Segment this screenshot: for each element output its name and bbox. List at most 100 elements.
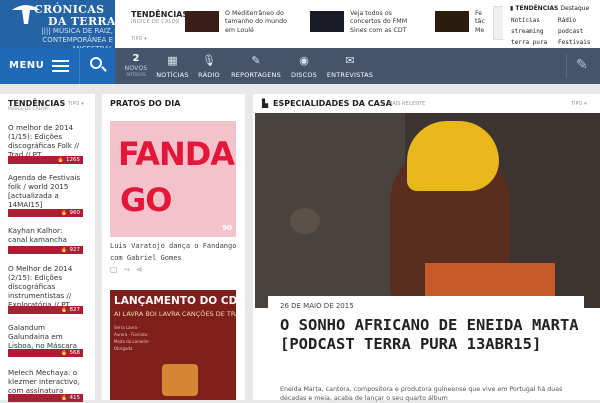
trending-sub: ÍNDICE DE CALOR: [8, 107, 48, 112]
cd-launch-card-image[interactable]: LANÇAMENTO DO CD AI LAVRA BOI LAVRA CANÇ…: [110, 290, 236, 400]
daily-dishes-title: PRATOS DO DIA: [110, 99, 181, 108]
interview-icon: ✉: [345, 54, 355, 67]
heat-value: 927: [69, 247, 81, 253]
trending-item[interactable]: Kayhan Kalhor: canal kamancha 🔥 927: [8, 226, 83, 254]
featured-thumb: [310, 11, 344, 32]
logo-tagline-1: |||| MÚSICA DE RAIZ,: [41, 27, 113, 35]
tag-link[interactable]: Rádio: [558, 17, 576, 24]
news-icon: ▦: [167, 54, 178, 67]
fandango-word: FANDAN: [118, 135, 236, 173]
fandango-word-2: DAN: [184, 135, 236, 173]
trending-item[interactable]: Melech Mechaya: o klezmer interactivo, c…: [8, 368, 83, 402]
trending-item[interactable]: O Melhor de 2014 (2/15): Edições discogr…: [8, 264, 83, 314]
heat-value: 827: [69, 307, 81, 313]
nav-item-entrevistas[interactable]: ✉ ENTREVISTAS: [323, 48, 377, 84]
new-articles-count: 2: [132, 53, 140, 64]
nav-item-label: REPORTAGENS: [231, 71, 281, 79]
tag-link[interactable]: terra pura: [511, 39, 547, 46]
nav-new-articles[interactable]: 2 NOVOS ARTIGOS: [117, 48, 155, 84]
featured-thumb: [435, 11, 469, 32]
nav-item-reportagens[interactable]: ✎ REPORTAGENS: [226, 48, 286, 84]
like-count: 90: [222, 224, 232, 232]
featured-item[interactable]: Veja todos os concertos do FMM Sines com…: [310, 9, 420, 35]
trending-item-title: Melech Mechaya: o klezmer interactivo, c…: [8, 368, 80, 395]
nav-item-label: RÁDIO: [198, 71, 220, 79]
tags-label-text: TENDÊNCIAS: [515, 5, 559, 12]
heat-value: 1265: [66, 157, 80, 163]
cd-launch-subheading: AI LAVRA BOI LAVRA CANÇÕES DE TRABALHO: [114, 310, 236, 318]
share-network-icon[interactable]: ⋖: [136, 265, 149, 274]
hamburger-icon: [52, 60, 69, 72]
nav-item-noticias[interactable]: ▦ NOTÍCIAS: [155, 48, 190, 84]
hero-headwrap: [407, 121, 499, 191]
hero-door: [255, 113, 405, 308]
specialties-tipo[interactable]: TIPO ▾: [571, 101, 587, 107]
fandango-word-3: GO: [120, 181, 172, 219]
specialties-title: ESPECIALIDADES DA CASA: [273, 99, 392, 108]
heat-bar: 🔥 927: [8, 246, 83, 254]
article-date: 26 DE MAIO DE 2015: [280, 302, 354, 310]
top-trending-tipo[interactable]: TIPO ▾: [131, 36, 147, 42]
heat-value: 415: [69, 395, 81, 401]
wrench-icon[interactable]: ✎: [576, 57, 588, 73]
heat-value: 960: [69, 210, 81, 216]
nav-item-radio[interactable]: 🎙 RÁDIO: [192, 48, 226, 84]
tag-link[interactable]: streaming: [511, 28, 544, 35]
nav-item-label: NOTÍCIAS: [156, 71, 189, 79]
fandango-caption[interactable]: Luís Varatojo dança o Fandango com Gabri…: [110, 240, 238, 264]
store-icon: ▙: [262, 99, 269, 108]
tag-link[interactable]: podcast: [558, 28, 583, 35]
nav-item-discos[interactable]: ◉ DISCOS: [286, 48, 322, 84]
top-trending-sub: ÍNDICE DE CALOR: [131, 19, 180, 25]
article-excerpt: Eneida Marta, cantora, compositora e pro…: [280, 386, 563, 402]
nav-divider: [566, 54, 567, 78]
site-logo[interactable]: CRÓNICAS DA TERRA |||| MÚSICA DE RAIZ, C…: [0, 0, 115, 53]
hero-image[interactable]: [255, 113, 600, 308]
featured-text: Fe tãc Me: [475, 10, 485, 34]
trending-tipo[interactable]: TIPO ▾: [68, 101, 84, 107]
heat-bar: 🔥 1265: [8, 156, 83, 164]
heat-bar: 🔥 960: [8, 209, 83, 217]
article-card[interactable]: 26 DE MAIO DE 2015 O SONHO AFRICANO DE E…: [268, 296, 584, 402]
menu-button[interactable]: MENU: [0, 48, 79, 84]
tags-panel: ▮ TENDÊNCIAS Destaque Notícias Rádio str…: [503, 0, 600, 48]
share-icon[interactable]: ⤳: [124, 265, 136, 274]
comment-icon[interactable]: ▢: [110, 265, 124, 274]
tag-link[interactable]: Notícias: [511, 17, 540, 24]
fandango-word-1: FAN: [118, 135, 186, 173]
cd-track-list: Serra Lavra · Aurora · Fiorinda · Moda d…: [114, 325, 152, 351]
search-button[interactable]: [79, 48, 115, 84]
cd-launch-heading: LANÇAMENTO DO CD: [114, 295, 236, 307]
trending-item[interactable]: Agenda de Festivais folk / world 2015 [a…: [8, 173, 83, 217]
menu-label: MENU: [9, 60, 45, 71]
heat-bar: 🔥 568: [8, 349, 83, 357]
featured-text: Veja todos os concertos do FMM Sines com…: [350, 10, 408, 34]
featured-text: O Mediterrâneo do tamanho do mundo em Lo…: [225, 10, 287, 34]
top-trending-label: TENDÊNCIAS: [131, 10, 189, 19]
disc-icon: ◉: [299, 54, 309, 67]
heat-bar: 🔥 827: [8, 306, 83, 314]
article-headline[interactable]: O SONHO AFRICANO DE ENEIDA MARTA [PODCAS…: [280, 316, 580, 354]
featured-item[interactable]: Fe tãc Me: [435, 9, 493, 35]
card-actions: ▢⤳⋖: [110, 265, 149, 275]
search-icon-handle: [101, 66, 107, 72]
nav-item-label: DISCOS: [290, 71, 318, 79]
new-articles-sub: ARTIGOS: [126, 73, 146, 78]
trending-item[interactable]: O melhor de 2014 (1/15): Edições discogr…: [8, 123, 83, 164]
nav-item-label: ENTREVISTAS: [326, 71, 374, 79]
specialties-sort[interactable]: MAIS RECENTE: [388, 101, 425, 107]
trending-item-title: O Melhor de 2014 (2/15): Edições discogr…: [8, 264, 73, 309]
trending-item[interactable]: Galandum Galundaina em Lisboa, no Máscar…: [8, 323, 83, 359]
microphone-icon: 🎙: [202, 54, 216, 67]
heat-value: 568: [69, 350, 81, 356]
featured-thumb: [185, 11, 219, 32]
trending-item-title: O melhor de 2014 (1/15): Edições discogr…: [8, 123, 80, 159]
featured-item[interactable]: O Mediterrâneo do tamanho do mundo em Lo…: [185, 9, 295, 35]
pen-icon: ✎: [251, 54, 261, 67]
heat-bar: 🔥 415: [8, 394, 83, 402]
fandango-card-image[interactable]: FANDAN GO 90: [110, 121, 236, 237]
tags-label: ▮ TENDÊNCIAS Destaque: [510, 5, 590, 12]
trending-item-title: Agenda de Festivais folk / world 2015 [a…: [8, 173, 81, 209]
tag-link[interactable]: Destaque: [560, 5, 589, 12]
tag-link[interactable]: Festivais: [558, 39, 591, 46]
